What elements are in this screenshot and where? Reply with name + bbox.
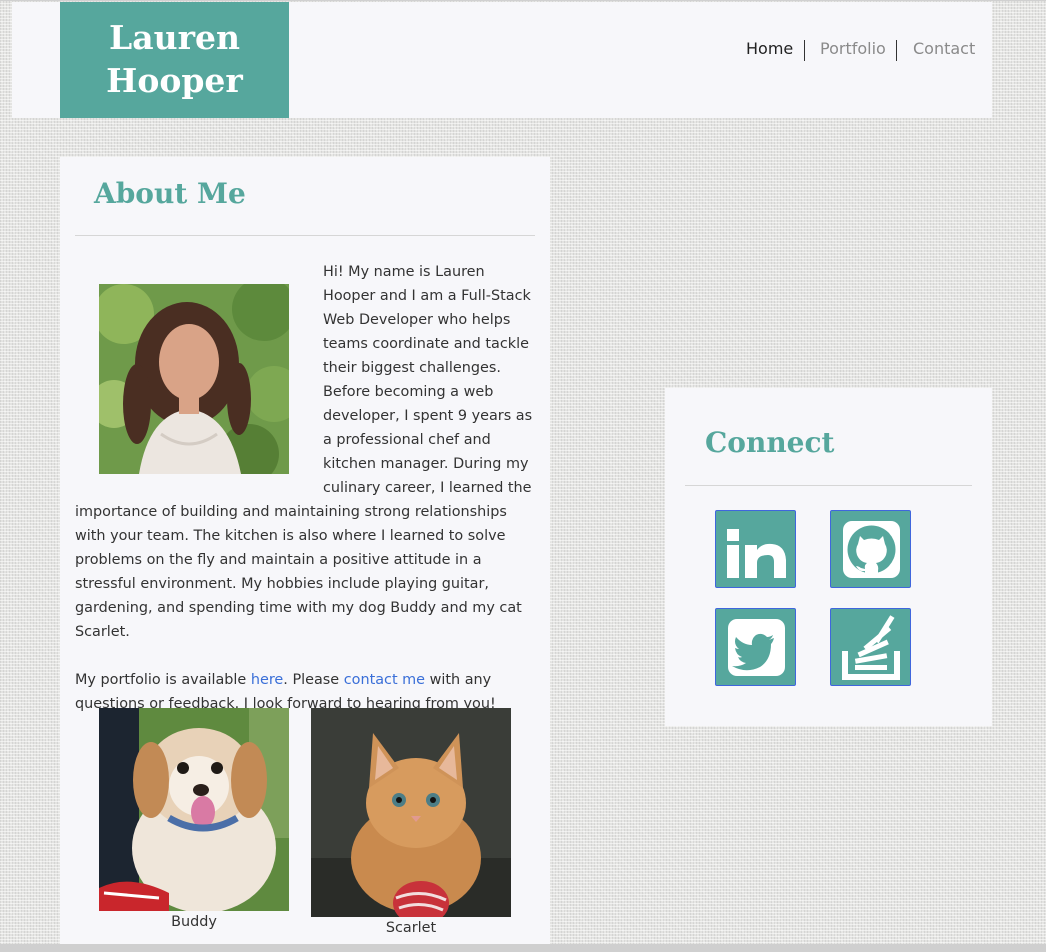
twitter-icon	[728, 619, 785, 676]
about-divider	[75, 235, 535, 236]
twitter-link[interactable]	[715, 608, 796, 686]
please-text: . Please	[283, 672, 344, 688]
connect-card: Connect	[665, 388, 992, 726]
github-icon	[843, 521, 900, 578]
about-card: About Me Hi! My name is Lauren Hooper an…	[60, 157, 550, 952]
portfolio-link[interactable]: here	[251, 672, 283, 688]
dog-caption: Buddy	[171, 914, 217, 930]
photo-float-spacer	[75, 260, 323, 488]
logo-first-name: Lauren	[109, 18, 240, 57]
nav-portfolio-link[interactable]: Portfolio	[820, 39, 886, 58]
dog-photo	[99, 708, 289, 911]
github-link[interactable]	[830, 510, 911, 588]
window-bottom-border	[0, 944, 1046, 952]
linkedin-link[interactable]	[715, 510, 796, 588]
stackoverflow-icon	[842, 615, 900, 680]
cat-caption: Scarlet	[385, 920, 437, 936]
site-header: Lauren Hooper Home Portfolio Contact	[12, 2, 992, 118]
portfolio-text: My portfolio is available	[75, 672, 251, 688]
about-title: About Me	[94, 177, 246, 210]
about-text: Hi! My name is Lauren Hooper and I am a …	[75, 260, 537, 716]
cat-photo	[311, 708, 511, 917]
nav-divider	[896, 40, 897, 61]
stackoverflow-link[interactable]	[830, 608, 911, 686]
nav-home-link[interactable]: Home	[746, 39, 793, 58]
logo-last-name: Hooper	[106, 61, 243, 100]
linkedin-icon	[727, 529, 786, 578]
contact-me-link[interactable]: contact me	[344, 672, 425, 688]
connect-title: Connect	[705, 426, 835, 459]
window-top-border	[0, 0, 1046, 1]
site-logo[interactable]: Lauren Hooper	[60, 2, 289, 118]
connect-divider	[685, 485, 972, 486]
nav-divider	[804, 40, 805, 61]
nav-contact-link[interactable]: Contact	[913, 39, 975, 58]
